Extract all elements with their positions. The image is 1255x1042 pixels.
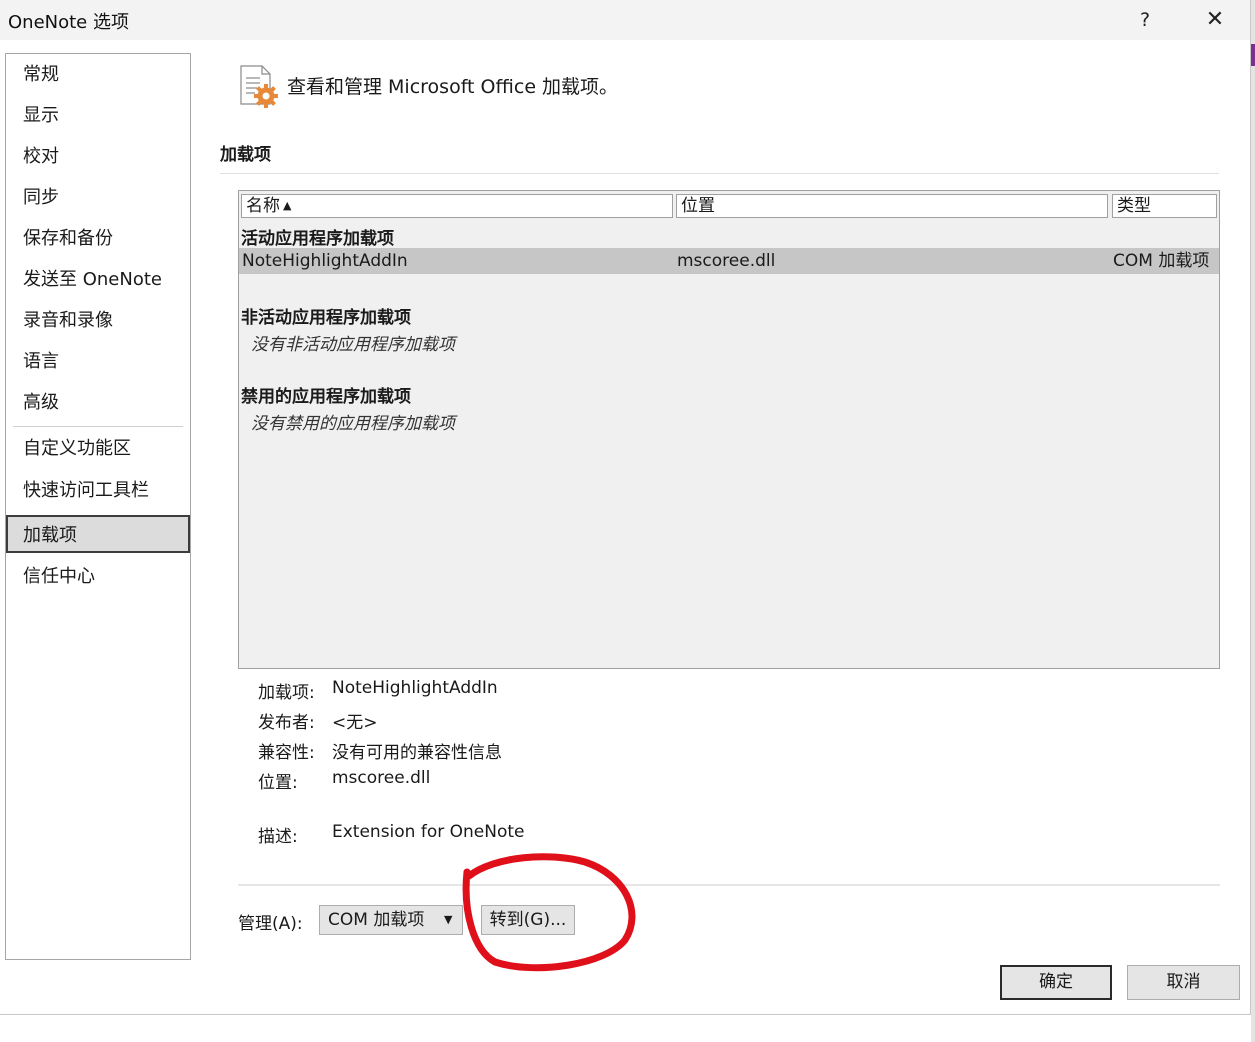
page-header: 查看和管理 Microsoft Office 加载项。 (287, 76, 619, 98)
nav-item-display[interactable]: 显示 (6, 97, 190, 135)
column-header-type[interactable]: 类型 (1112, 194, 1217, 218)
manage-divider (238, 884, 1220, 886)
nav-item-label: 自定义功能区 (23, 438, 131, 459)
window-title: OneNote 选项 (8, 12, 129, 33)
nav-item-language[interactable]: 语言 (6, 343, 190, 381)
row-location: mscoree.dll (677, 251, 776, 271)
sort-ascending-icon: ▲ (283, 199, 292, 212)
detail-publisher-value: <无> (332, 713, 378, 733)
column-header-label: 名称 (246, 196, 280, 216)
ok-button[interactable]: 确定 (1000, 965, 1112, 1000)
detail-addin-value: NoteHighlightAddIn (332, 678, 498, 698)
nav-item-label: 信任中心 (23, 566, 95, 587)
addins-list[interactable]: 名称 ▲ 位置 类型 活动应用程序加载项 NoteHighlightAddIn m… (238, 190, 1220, 669)
nav-item-label: 校对 (23, 146, 59, 167)
title-bar: OneNote 选项 ? ✕ (0, 0, 1250, 40)
inactive-empty-note: 没有非活动应用程序加载项 (251, 335, 455, 355)
nav-item-label: 加载项 (23, 525, 77, 546)
nav-item-trust-center[interactable]: 信任中心 (6, 558, 190, 596)
detail-compat-label: 兼容性: (258, 743, 315, 763)
manage-label: 管理(A): (238, 914, 303, 934)
nav-item-label: 快速访问工具栏 (23, 480, 149, 501)
table-row[interactable]: NoteHighlightAddIn mscoree.dll COM 加载项 (239, 248, 1219, 274)
group-active: 活动应用程序加载项 (241, 229, 394, 249)
section-title: 加载项 (220, 145, 271, 165)
detail-publisher-label: 发布者: (258, 713, 315, 733)
options-dialog: OneNote 选项 ? ✕ 常规 显示 校对 同步 保存和备份 发送至 One… (0, 0, 1251, 1015)
section-divider (220, 173, 1219, 174)
options-nav: 常规 显示 校对 同步 保存和备份 发送至 OneNote 录音和录像 语言 高… (5, 53, 191, 960)
nav-item-label: 录音和录像 (23, 310, 113, 331)
close-button[interactable]: ✕ (1198, 4, 1232, 36)
nav-item-addins[interactable]: 加载项 (6, 515, 190, 553)
cancel-button[interactable]: 取消 (1127, 965, 1240, 1000)
group-disabled: 禁用的应用程序加载项 (241, 387, 411, 407)
background-window-edge (1251, 0, 1255, 1042)
column-header-label: 位置 (681, 196, 715, 216)
nav-item-save-backup[interactable]: 保存和备份 (6, 220, 190, 258)
chevron-down-icon: ▼ (444, 913, 453, 926)
column-header-location[interactable]: 位置 (676, 194, 1108, 218)
nav-item-label: 高级 (23, 392, 59, 413)
detail-desc-label: 描述: (258, 827, 298, 847)
detail-location-value: mscoree.dll (332, 768, 431, 788)
red-circle-annotation (462, 853, 636, 972)
nav-item-label: 同步 (23, 187, 59, 208)
column-header-label: 类型 (1117, 196, 1151, 216)
detail-desc-value: Extension for OneNote (332, 822, 525, 842)
disabled-empty-note: 没有禁用的应用程序加载项 (251, 414, 455, 434)
manage-dropdown[interactable]: COM 加载项 ▼ (319, 905, 463, 935)
manage-selected-value: COM 加载项 (328, 910, 425, 930)
nav-item-sync[interactable]: 同步 (6, 179, 190, 217)
nav-item-label: 语言 (23, 351, 59, 372)
group-inactive: 非活动应用程序加载项 (241, 308, 411, 328)
addin-gear-icon (240, 65, 278, 108)
row-name: NoteHighlightAddIn (242, 251, 408, 271)
nav-item-label: 发送至 OneNote (23, 269, 162, 290)
nav-item-label: 保存和备份 (23, 228, 113, 249)
nav-item-audio-video[interactable]: 录音和录像 (6, 302, 190, 340)
detail-location-label: 位置: (258, 773, 298, 793)
nav-item-advanced[interactable]: 高级 (6, 384, 190, 422)
nav-item-label: 常规 (23, 64, 59, 85)
nav-separator (13, 426, 183, 427)
help-button[interactable]: ? (1130, 5, 1160, 35)
nav-item-customize-ribbon[interactable]: 自定义功能区 (6, 430, 190, 468)
nav-item-quick-access-toolbar[interactable]: 快速访问工具栏 (6, 472, 190, 510)
detail-addin-label: 加载项: (258, 683, 315, 703)
column-header-name[interactable]: 名称 ▲ (241, 194, 673, 218)
nav-item-send-to-onenote[interactable]: 发送至 OneNote (6, 261, 190, 299)
detail-compat-value: 没有可用的兼容性信息 (332, 743, 502, 763)
nav-item-proofing[interactable]: 校对 (6, 138, 190, 176)
row-type: COM 加载项 (1113, 251, 1210, 271)
background-accent (1251, 44, 1255, 66)
nav-item-general[interactable]: 常规 (6, 56, 190, 94)
nav-item-label: 显示 (23, 105, 59, 126)
